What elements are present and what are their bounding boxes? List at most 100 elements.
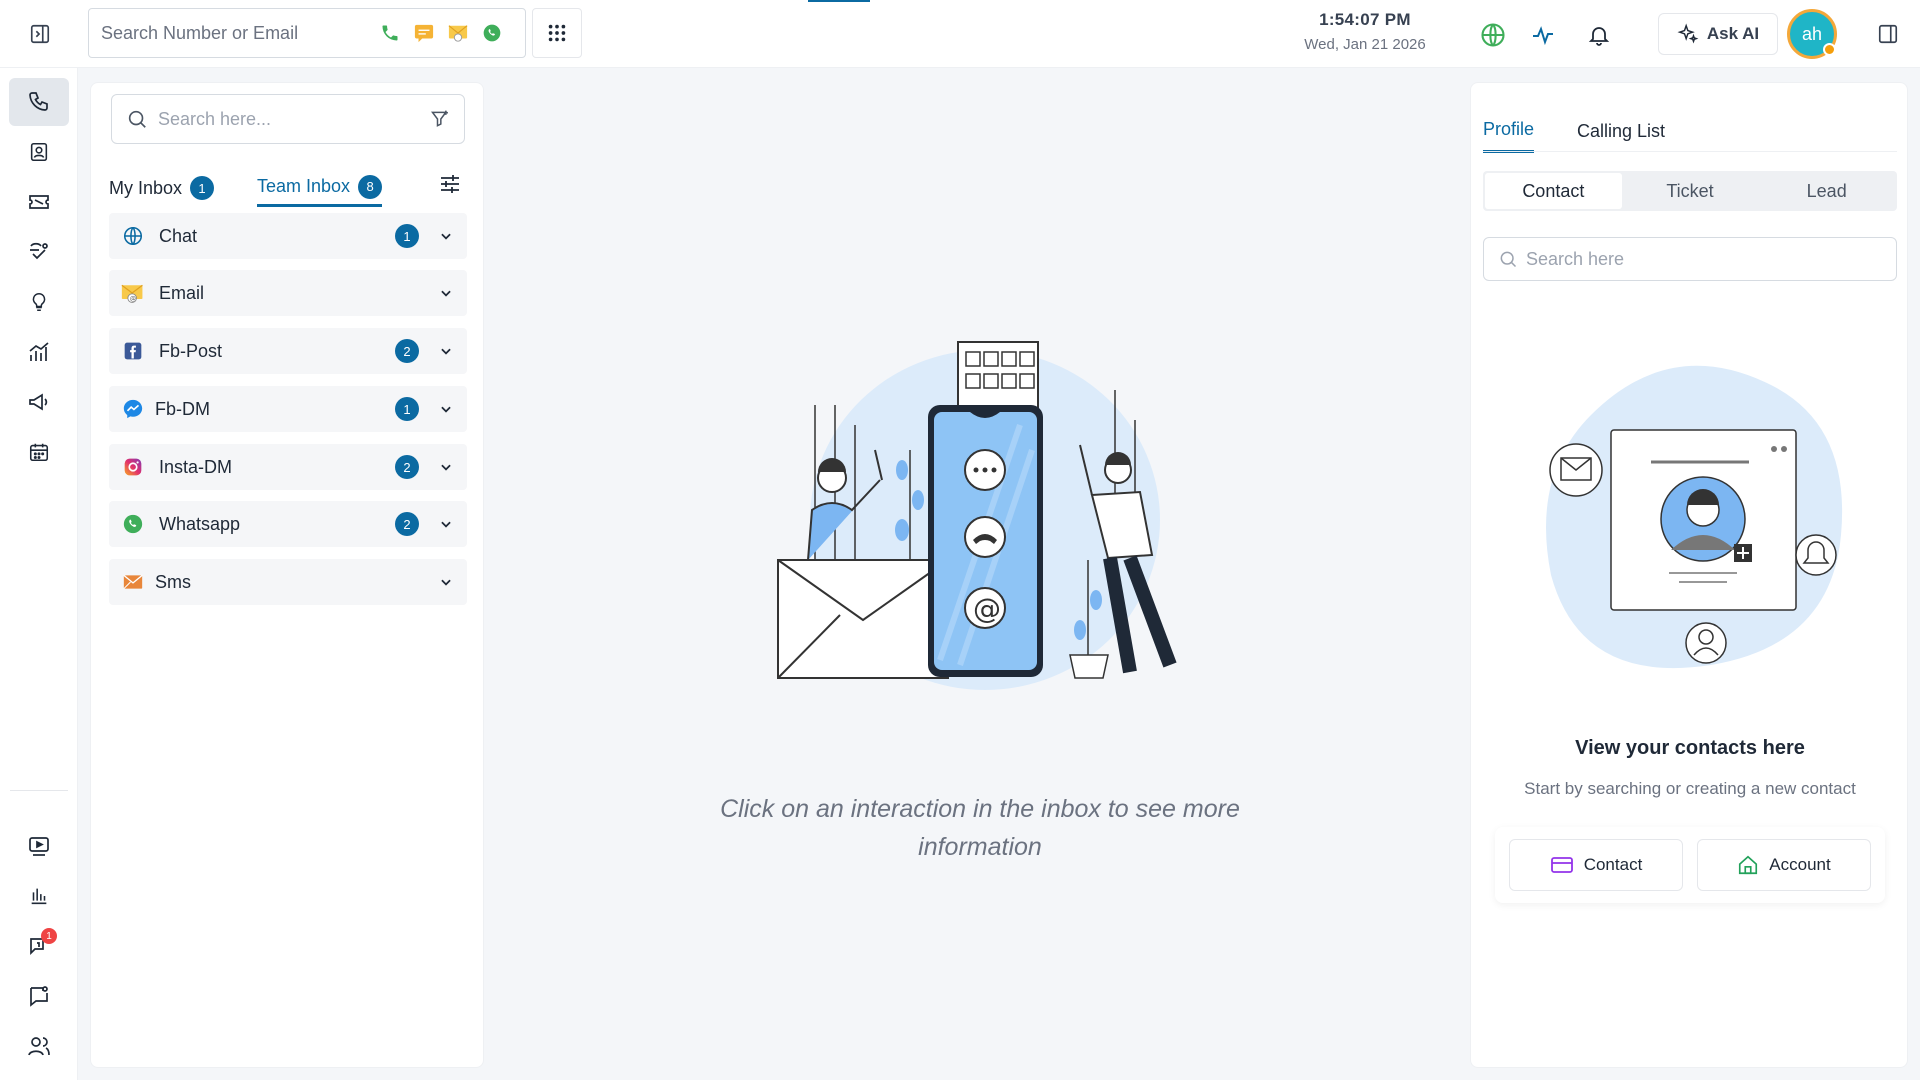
- users-icon: [28, 1037, 50, 1056]
- channel-label: Fb-Post: [159, 340, 223, 361]
- create-account-label: Account: [1769, 855, 1831, 874]
- tab-team-inbox-count: 8: [358, 174, 383, 199]
- right-panel-toggle-icon[interactable]: [1872, 18, 1904, 50]
- rail-item-tickets[interactable]: [9, 178, 69, 226]
- inbox-search-input[interactable]: [158, 108, 430, 130]
- email-channel-icon[interactable]: [443, 18, 473, 48]
- account-home-icon: [1739, 855, 1758, 875]
- chevron-down-icon[interactable]: [437, 515, 455, 533]
- rail-item-campaigns[interactable]: [9, 378, 69, 426]
- clock-date: Wed, Jan 21 2026: [1304, 36, 1426, 53]
- email-icon: @: [121, 281, 145, 305]
- sparkle-icon: [1677, 23, 1699, 44]
- phone-icon: [29, 92, 48, 111]
- channel-count: 2: [395, 339, 419, 363]
- rail-item-users[interactable]: [9, 1022, 69, 1070]
- user-avatar[interactable]: ah: [1787, 9, 1837, 59]
- segment-lead[interactable]: Lead: [1758, 173, 1895, 209]
- create-contact-button[interactable]: Contact: [1509, 839, 1683, 891]
- network-status-icon[interactable]: [1476, 18, 1510, 52]
- channel-row-fb-dm[interactable]: Fb-DM 1: [109, 386, 467, 432]
- channel-row-whatsapp[interactable]: Whatsapp 2: [109, 501, 467, 547]
- tab-profile[interactable]: Profile: [1483, 109, 1535, 153]
- chevron-down-icon[interactable]: [437, 284, 455, 302]
- avatar-initials: ah: [1801, 23, 1823, 44]
- chevron-down-icon[interactable]: [437, 573, 455, 591]
- rail-item-chat-settings[interactable]: [9, 972, 69, 1020]
- rail-item-contacts[interactable]: [9, 128, 69, 176]
- rail-item-analytics[interactable]: [9, 328, 69, 376]
- rail-item-ideas[interactable]: [9, 278, 69, 326]
- whatsapp-channel-icon[interactable]: [477, 18, 507, 48]
- inbox-empty-illustration: @: [777, 341, 1177, 690]
- bell-icon[interactable]: [1582, 18, 1616, 52]
- segment-ticket[interactable]: Ticket: [1622, 173, 1759, 209]
- create-contact-label: Contact: [1583, 855, 1643, 874]
- status-dot: [1823, 43, 1836, 56]
- inbox-settings-button[interactable]: [433, 167, 467, 201]
- rail-item-leads[interactable]: [9, 228, 69, 276]
- instagram-icon: [121, 455, 145, 479]
- rail-item-notifications[interactable]: 1: [9, 922, 69, 970]
- search-icon: [1500, 251, 1517, 268]
- sliders-icon: [441, 175, 459, 193]
- apps-grid-button[interactable]: [532, 8, 582, 58]
- left-nav-rail: 1: [0, 68, 78, 1080]
- chevron-down-icon[interactable]: [437, 342, 455, 360]
- rail-item-calendar[interactable]: [9, 428, 69, 476]
- activity-pulse-icon[interactable]: [1526, 18, 1560, 52]
- inbox-panel: My Inbox 1 Team Inbox 8 Chat 1 @ Email F…: [90, 82, 484, 1068]
- contacts-book-icon: [30, 142, 48, 162]
- channel-row-insta-dm[interactable]: Insta-DM 2: [109, 444, 467, 490]
- rail-item-tutorials[interactable]: [9, 822, 69, 870]
- profile-empty-title: View your contacts here: [1575, 737, 1805, 759]
- sms-channel-icon[interactable]: [409, 18, 439, 48]
- tab-my-inbox-label: My Inbox: [109, 177, 183, 198]
- tab-divider: [1483, 151, 1897, 152]
- profile-panel: Profile Calling List Contact Ticket Lead…: [1470, 82, 1908, 1068]
- clock: 1:54:07 PM Wed, Jan 21 2026: [1280, 10, 1450, 53]
- global-search[interactable]: [88, 8, 526, 58]
- ticket-icon: [29, 195, 49, 209]
- top-header: 1:54:07 PM Wed, Jan 21 2026 Ask AI ah: [0, 0, 1920, 68]
- svg-text:@: @: [973, 592, 1001, 625]
- profile-empty-subtitle: Start by searching or creating a new con…: [1524, 779, 1856, 798]
- channel-row-chat[interactable]: Chat 1: [109, 213, 467, 259]
- segment-contact[interactable]: Contact: [1485, 173, 1622, 209]
- whatsapp-icon: [121, 512, 145, 536]
- inbox-search[interactable]: [111, 94, 465, 144]
- empty-state-message: Click on an interaction in the inbox to …: [720, 795, 1240, 861]
- profile-search[interactable]: [1483, 237, 1897, 281]
- channel-count: 2: [395, 455, 419, 479]
- channel-count: 1: [395, 224, 419, 248]
- create-actions: Contact Account: [1495, 827, 1885, 903]
- megaphone-icon: [29, 393, 48, 411]
- chat-settings-icon: [30, 986, 48, 1007]
- tab-calling-list[interactable]: Calling List: [1577, 109, 1665, 153]
- channel-row-email[interactable]: @ Email: [109, 270, 467, 316]
- sms-envelope-icon: [121, 570, 145, 594]
- channel-row-sms[interactable]: Sms: [109, 559, 467, 605]
- tab-team-inbox-label: Team Inbox: [257, 176, 351, 196]
- rail-item-reports[interactable]: [9, 872, 69, 920]
- sidebar-toggle-icon[interactable]: [24, 18, 56, 50]
- chevron-down-icon[interactable]: [437, 227, 455, 245]
- chevron-down-icon[interactable]: [437, 458, 455, 476]
- filter-funnel-icon[interactable]: [430, 109, 450, 129]
- create-account-button[interactable]: Account: [1697, 839, 1871, 891]
- channel-label: Email: [159, 282, 205, 303]
- ask-ai-button[interactable]: Ask AI: [1658, 13, 1778, 55]
- profile-segment-control: Contact Ticket Lead: [1483, 171, 1897, 211]
- funnel-leads-icon: [30, 242, 48, 260]
- rail-item-phone[interactable]: [9, 78, 69, 126]
- chevron-down-icon[interactable]: [437, 400, 455, 418]
- channel-row-fb-post[interactable]: Fb-Post 2: [109, 328, 467, 374]
- channel-count: 1: [395, 397, 419, 421]
- phone-channel-icon[interactable]: [375, 18, 405, 48]
- global-search-input[interactable]: [101, 22, 371, 44]
- tab-team-inbox[interactable]: Team Inbox 8: [257, 169, 383, 207]
- tab-my-inbox[interactable]: My Inbox 1: [109, 169, 215, 207]
- calendar-icon: [29, 443, 49, 462]
- profile-search-input[interactable]: [1526, 248, 1882, 270]
- rail-divider: [10, 790, 68, 791]
